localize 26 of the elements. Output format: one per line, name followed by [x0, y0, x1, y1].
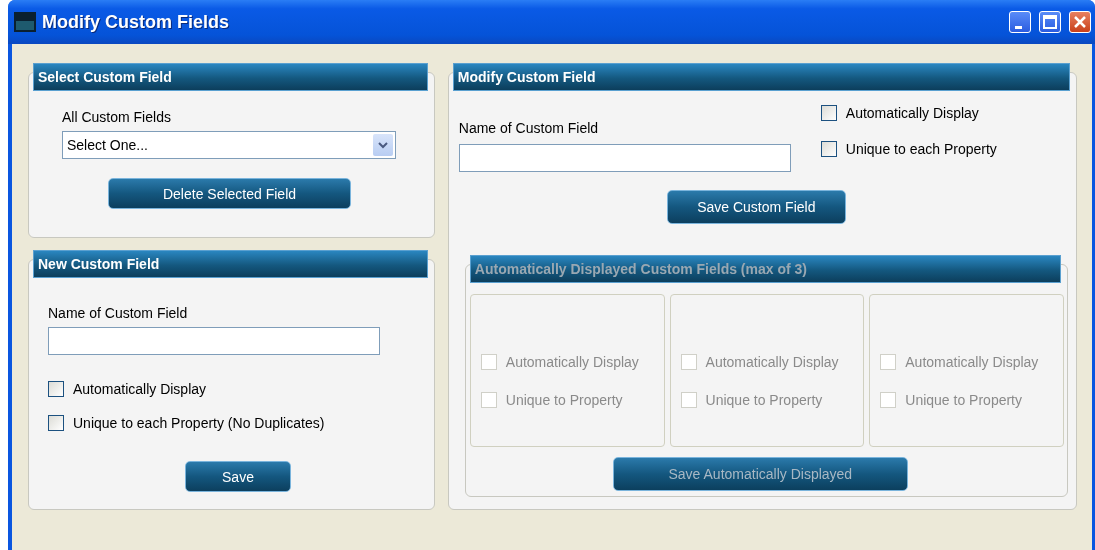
field-label: Name of Custom Field — [458, 120, 600, 136]
panel-header: Select Custom Field — [33, 63, 428, 91]
checkbox[interactable]: Unique to each Property — [820, 141, 997, 157]
checkbox[interactable]: Automatically Display — [820, 105, 997, 121]
section-header: Automatically Displayed Custom Fields (max of 3) — [469, 255, 1061, 283]
maximize-button[interactable] — [1039, 11, 1061, 33]
caret-icon — [373, 134, 393, 156]
checkbox[interactable]: Automatically Display — [48, 381, 434, 397]
maximize-icon — [1043, 15, 1057, 29]
minimize-icon — [1014, 25, 1022, 29]
save-button[interactable]: Save — [185, 461, 291, 492]
close-button[interactable] — [1069, 11, 1091, 33]
custom-field-dropdown[interactable]: Select One... — [62, 131, 396, 159]
checkbox[interactable]: Unique to each Property (No Duplicates) — [48, 415, 434, 431]
app-logo-icon — [14, 12, 36, 32]
field-label: All Custom Fields — [62, 109, 172, 125]
delete-selected-field-button[interactable]: Delete Selected Field — [108, 178, 351, 209]
custom-field-name-input[interactable] — [48, 327, 380, 355]
field-label: Name of Custom Field — [48, 305, 189, 321]
window-title: Modify Custom Fields — [42, 11, 230, 33]
save-custom-field-button[interactable]: Save Custom Field — [666, 190, 846, 224]
minimize-button[interactable] — [1009, 11, 1031, 33]
panel-header: Modify Custom Field — [452, 63, 1070, 91]
custom-field-name-input[interactable] — [458, 144, 791, 172]
panel-header: New Custom Field — [33, 250, 428, 278]
close-icon — [1073, 15, 1087, 29]
